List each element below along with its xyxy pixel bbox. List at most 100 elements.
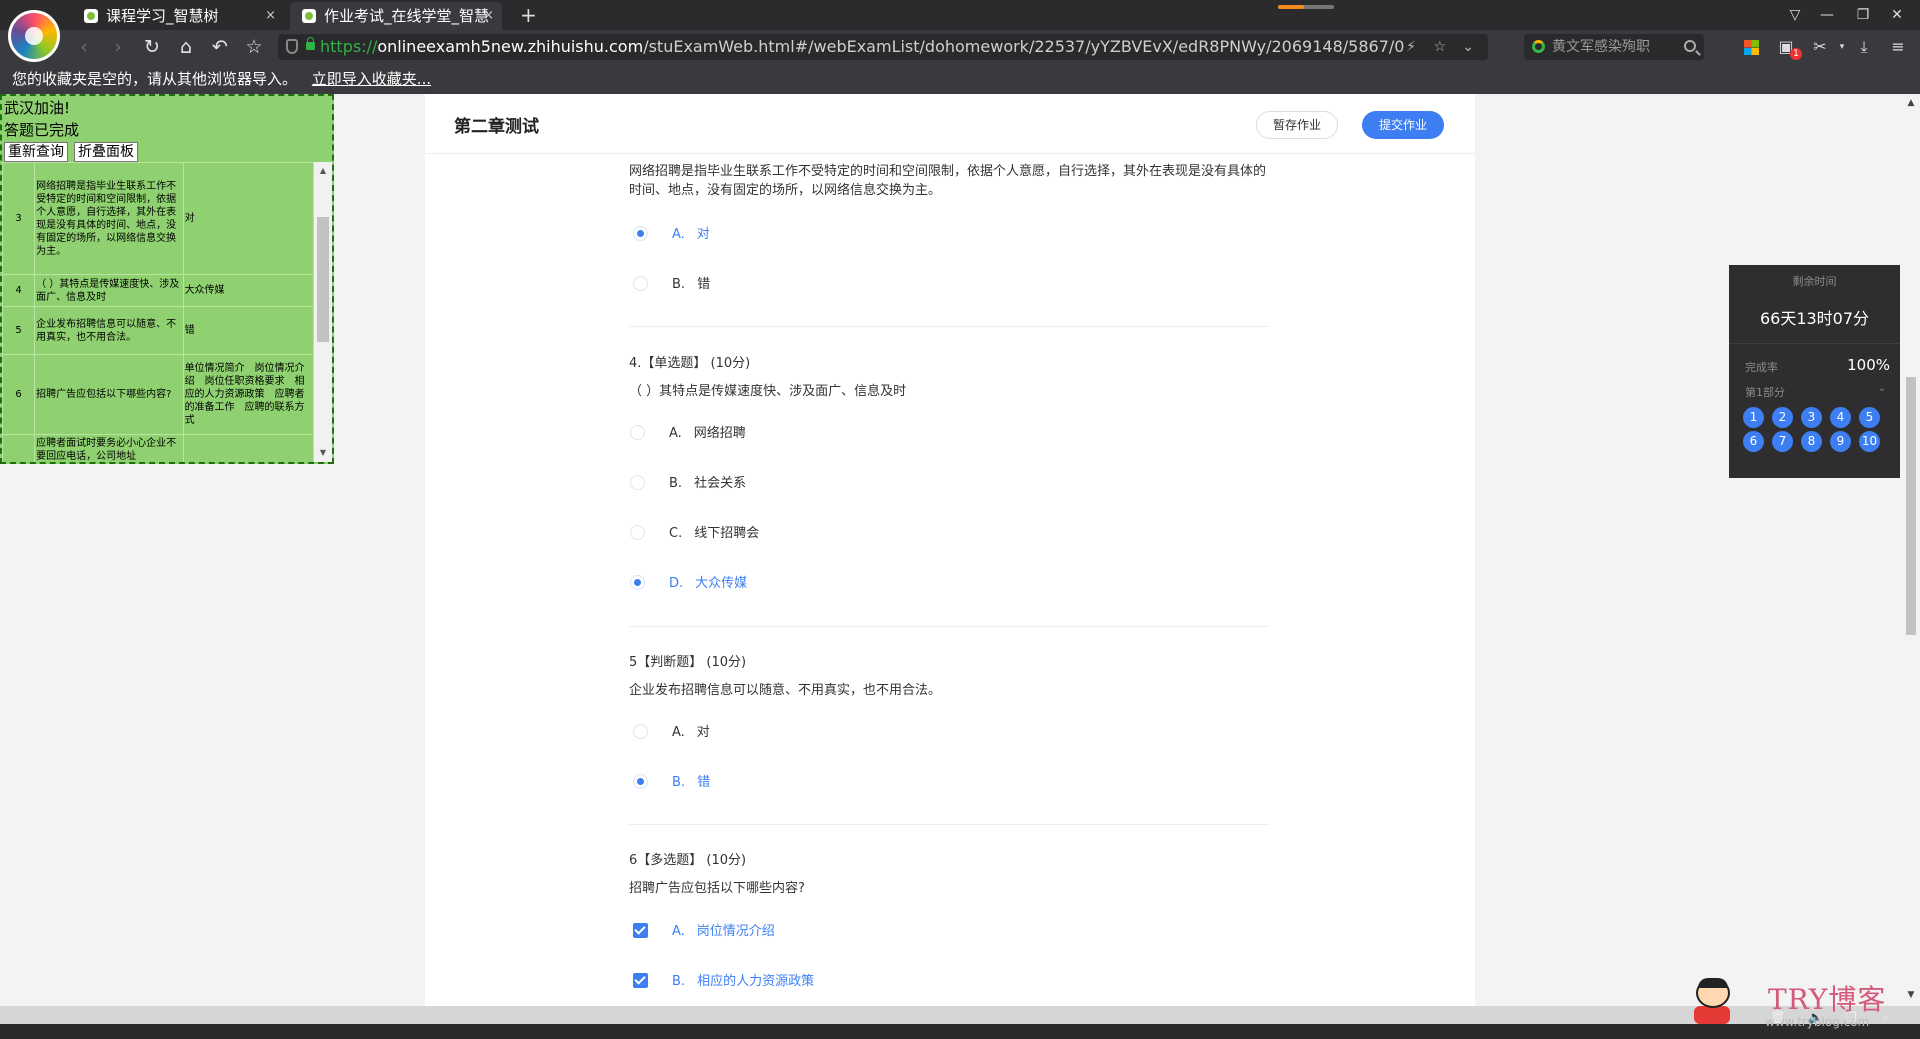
bookmark-shirt-icon[interactable]: ▽ — [1780, 0, 1810, 30]
question-nav-2[interactable]: 2 — [1772, 407, 1793, 428]
volume-icon[interactable]: 🔈 — [1808, 1010, 1823, 1024]
search-icon[interactable] — [1684, 40, 1696, 52]
address-bar[interactable]: https://onlineexamh5new.zhihuishu.com/st… — [278, 34, 1488, 60]
scroll-up-icon[interactable]: ▲ — [318, 166, 328, 175]
window-close-icon[interactable]: ✕ — [1882, 0, 1912, 30]
home-icon[interactable]: ⌂ — [174, 35, 198, 59]
undo-close-icon[interactable]: ↶ — [208, 35, 232, 59]
page-scrollbar[interactable]: ▲ ▼ — [1902, 94, 1920, 1006]
helper-scrollbar[interactable]: ▲ ▼ — [314, 162, 332, 462]
save-draft-button[interactable]: 暂存作业 — [1256, 111, 1338, 139]
divider — [1729, 343, 1900, 344]
chevron-down-icon[interactable]: ▾ — [1830, 35, 1854, 59]
option-text: 对 — [696, 227, 710, 242]
reload-icon[interactable]: ↻ — [140, 35, 164, 59]
option-letter: A. — [672, 725, 685, 740]
question-4-header: 4.【单选题】 (10分) — [629, 356, 751, 371]
q3-option-a[interactable]: A. 对 — [633, 225, 710, 245]
bookmark-star-icon[interactable]: ☆ — [1433, 34, 1446, 60]
submit-button[interactable]: 提交作业 — [1362, 111, 1444, 139]
q6-option-b[interactable]: B. 相应的人力资源政策 — [633, 972, 814, 992]
question-nav-9[interactable]: 9 — [1830, 431, 1851, 452]
search-input[interactable]: 黄文军感染殉职 — [1552, 34, 1650, 60]
lightning-icon[interactable]: ⚡ — [1406, 34, 1416, 60]
import-bookmarks-link[interactable]: 立即导入收藏夹... — [312, 70, 431, 88]
window-icon[interactable]: ❐ — [1846, 1010, 1857, 1024]
option-letter: C. — [669, 526, 683, 541]
q4-option-c[interactable]: C. 线下招聘会 — [630, 524, 759, 544]
question-nav-8[interactable]: 8 — [1801, 431, 1822, 452]
radio-button[interactable] — [633, 226, 648, 241]
radio-button[interactable] — [633, 276, 648, 291]
row-number: 4 — [2, 274, 36, 307]
radio-button[interactable] — [630, 575, 645, 590]
q4-option-d[interactable]: D. 大众传媒 — [630, 574, 747, 594]
close-icon[interactable]: × — [483, 2, 494, 30]
radio-button[interactable] — [630, 425, 645, 440]
minimize-icon[interactable]: — — [1812, 0, 1842, 30]
forward-icon[interactable]: › — [106, 35, 130, 59]
tab-homework-exam[interactable]: 作业考试_在线学堂_智慧 × — [290, 2, 502, 30]
checkbox[interactable] — [633, 923, 648, 938]
radio-button[interactable] — [630, 475, 645, 490]
tab-course-study[interactable]: 课程学习_智慧树 × — [72, 2, 284, 30]
apps-icon[interactable] — [1744, 40, 1759, 55]
q6-option-a[interactable]: A. 岗位情况介绍 — [633, 922, 775, 942]
zoom-icon[interactable]: ⌕ — [1882, 1010, 1889, 1025]
question-nav-1[interactable]: 1 — [1743, 407, 1764, 428]
row-answer: 对 — [182, 162, 315, 275]
new-tab-button[interactable]: + — [520, 0, 537, 30]
question-nav-5[interactable]: 5 — [1859, 407, 1880, 428]
scrollbar-thumb[interactable] — [1906, 377, 1916, 635]
q3-option-b[interactable]: B. 错 — [633, 275, 710, 295]
url-text[interactable]: https://onlineexamh5new.zhihuishu.com/st… — [320, 34, 1404, 60]
mascot-image — [1686, 978, 1736, 1028]
option-text: 岗位情况介绍 — [696, 924, 775, 939]
scroll-up-icon[interactable]: ▲ — [1906, 98, 1916, 108]
radio-button[interactable] — [633, 724, 648, 739]
question-nav-7[interactable]: 7 — [1772, 431, 1793, 452]
question-6-text: 招聘广告应包括以下哪些内容? — [629, 881, 805, 896]
section-selector[interactable]: 第1部分 — [1745, 384, 1785, 400]
search-box[interactable]: 黄文军感染殉职 — [1524, 34, 1704, 60]
back-icon[interactable]: ‹ — [72, 35, 96, 59]
search-engine-icon — [1532, 40, 1545, 53]
close-icon[interactable]: × — [265, 2, 276, 30]
radio-button[interactable] — [633, 774, 648, 789]
scroll-down-icon[interactable]: ▼ — [1906, 990, 1916, 1000]
browser-logo-icon[interactable] — [8, 10, 60, 62]
row-question: 应聘者面试时要务必小心企业不要回应电话，公司地址 — [34, 434, 184, 462]
question-nav-4[interactable]: 4 — [1830, 407, 1851, 428]
scissors-icon[interactable]: ✂ — [1808, 35, 1832, 59]
question-6-header: 6【多选题】 (10分) — [629, 853, 747, 868]
tab-title: 作业考试_在线学堂_智慧 — [324, 7, 490, 25]
q4-option-a[interactable]: A. 网络招聘 — [630, 424, 746, 444]
table-row: 6 招聘广告应包括以下哪些内容? 单位情况简介 岗位情况介绍 岗位任职资格要求 … — [2, 354, 315, 435]
radio-button[interactable] — [630, 525, 645, 540]
chevron-down-icon[interactable]: ⌄ — [1878, 383, 1886, 394]
question-nav-3[interactable]: 3 — [1801, 407, 1822, 428]
download-icon[interactable]: ⤓ — [1852, 35, 1876, 59]
collapse-panel-button[interactable]: 折叠面板 — [74, 142, 138, 162]
q4-option-b[interactable]: B. 社会关系 — [630, 474, 746, 494]
shield-icon — [286, 39, 298, 54]
q5-option-a[interactable]: A. 对 — [633, 723, 710, 743]
question-divider — [629, 326, 1269, 327]
question-divider — [629, 626, 1269, 627]
scrollbar-thumb[interactable] — [317, 217, 329, 342]
chevron-down-icon[interactable]: ⌄ — [1462, 34, 1474, 60]
checkbox[interactable] — [633, 973, 648, 988]
favorite-star-icon[interactable]: ☆ — [242, 35, 266, 59]
scroll-down-icon[interactable]: ▼ — [318, 448, 328, 457]
row-question: 网络招聘是指毕业生联系工作不受特定的时间和空间限制，依据个人意愿，自行选择，其外… — [34, 162, 184, 275]
completion-rate-value: 100% — [1847, 356, 1890, 374]
q5-option-b[interactable]: B. 错 — [633, 773, 710, 793]
menu-icon[interactable]: ≡ — [1886, 35, 1910, 59]
question-nav-6[interactable]: 6 — [1743, 431, 1764, 452]
option-text: 相应的人力资源政策 — [697, 974, 815, 989]
requery-button[interactable]: 重新查询 — [4, 142, 68, 162]
question-nav-10[interactable]: 10 — [1859, 431, 1880, 452]
restore-icon[interactable]: ❐ — [1848, 0, 1878, 30]
bookmark-bar: 您的收藏夹是空的，请从其他浏览器导入。 立即导入收藏夹... — [0, 64, 1920, 94]
trash-icon[interactable]: 🗑 — [1770, 1010, 1785, 1024]
